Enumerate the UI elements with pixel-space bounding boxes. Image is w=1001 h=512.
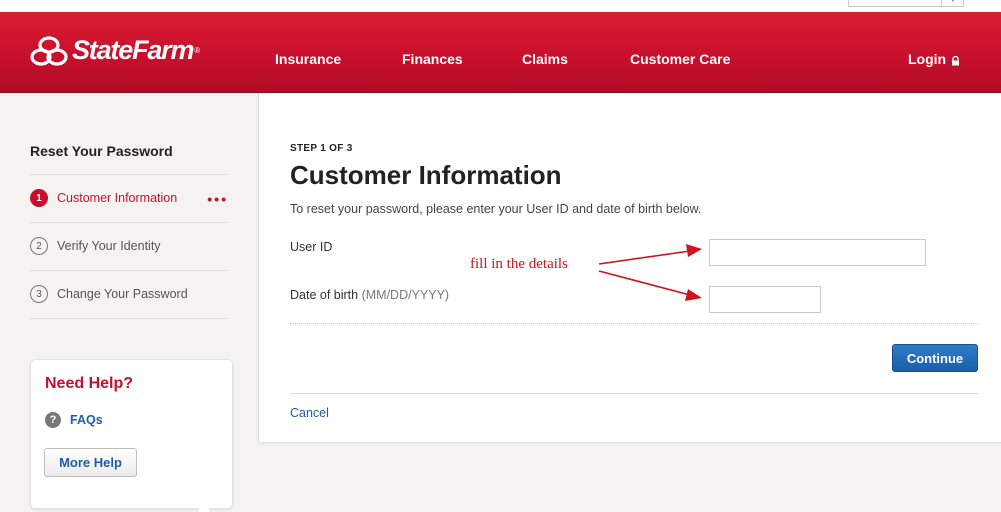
faqs-label: FAQs bbox=[70, 413, 103, 427]
sidebar-divider bbox=[30, 174, 228, 175]
step-number-badge: 1 bbox=[30, 189, 48, 207]
sidebar-divider bbox=[30, 318, 228, 319]
sidebar-divider bbox=[30, 270, 228, 271]
site-header: StateFarm ® Insurance Finances Claims Cus… bbox=[0, 12, 1001, 93]
user-id-input[interactable] bbox=[709, 239, 926, 266]
lock-icon bbox=[952, 56, 960, 66]
login-label: Login bbox=[908, 51, 947, 67]
sidebar-step-change-password[interactable]: 3 Change Your Password bbox=[30, 281, 228, 307]
step-number-badge: 2 bbox=[30, 237, 48, 255]
user-id-label: User ID bbox=[290, 240, 333, 254]
sidebar-step-customer-information[interactable]: 1 Customer Information ••• bbox=[30, 185, 228, 211]
nav-finances[interactable]: Finances bbox=[402, 51, 463, 67]
registered-mark: ® bbox=[194, 46, 201, 55]
form-instructions: To reset your password, please enter you… bbox=[290, 202, 702, 216]
annotation-label: fill in the details bbox=[470, 256, 568, 272]
step-number-badge: 3 bbox=[30, 285, 48, 303]
dob-label: Date of birth bbox=[290, 288, 359, 302]
form-divider-dotted bbox=[290, 323, 978, 324]
reset-password-form-panel: STEP 1 OF 3 Customer Information To rese… bbox=[258, 93, 1001, 443]
sidebar-title: Reset Your Password bbox=[30, 143, 173, 159]
more-help-button[interactable]: More Help bbox=[44, 448, 137, 477]
question-icon: ? bbox=[45, 412, 61, 428]
continue-button[interactable]: Continue bbox=[892, 344, 978, 372]
step-label: Verify Your Identity bbox=[57, 239, 161, 253]
need-help-title: Need Help? bbox=[45, 375, 134, 392]
dob-format-hint: (MM/DD/YYYY) bbox=[361, 288, 450, 302]
nav-customer-care[interactable]: Customer Care bbox=[630, 51, 730, 67]
login-link[interactable]: Login bbox=[908, 51, 960, 67]
form-divider bbox=[290, 393, 978, 394]
need-help-panel: Need Help? ? FAQs More Help bbox=[30, 359, 233, 512]
sidebar-divider bbox=[30, 222, 228, 223]
step-indicator: STEP 1 OF 3 bbox=[290, 143, 353, 154]
three-ovals-logo-icon bbox=[30, 35, 68, 66]
dob-label-group: Date of birth (MM/DD/YYYY) bbox=[290, 288, 449, 302]
nav-insurance[interactable]: Insurance bbox=[275, 51, 341, 67]
search-divider bbox=[941, 0, 942, 6]
sidebar-step-verify-identity[interactable]: 2 Verify Your Identity bbox=[30, 233, 228, 259]
help-box-pointer bbox=[196, 503, 212, 512]
page-title: Customer Information bbox=[290, 160, 562, 190]
nav-claims[interactable]: Claims bbox=[522, 51, 568, 67]
faqs-link[interactable]: ? FAQs bbox=[45, 412, 103, 428]
top-search-box[interactable]: ▼ bbox=[848, 0, 964, 7]
statefarm-logo[interactable]: StateFarm ® bbox=[30, 35, 200, 66]
chevron-down-icon[interactable]: ▼ bbox=[950, 0, 956, 3]
brand-name: StateFarm bbox=[72, 35, 194, 65]
active-step-dots-icon: ••• bbox=[207, 191, 228, 207]
cancel-link[interactable]: Cancel bbox=[290, 406, 329, 420]
dob-input[interactable] bbox=[709, 286, 821, 313]
step-label: Change Your Password bbox=[57, 287, 188, 301]
step-label: Customer Information bbox=[57, 191, 178, 205]
